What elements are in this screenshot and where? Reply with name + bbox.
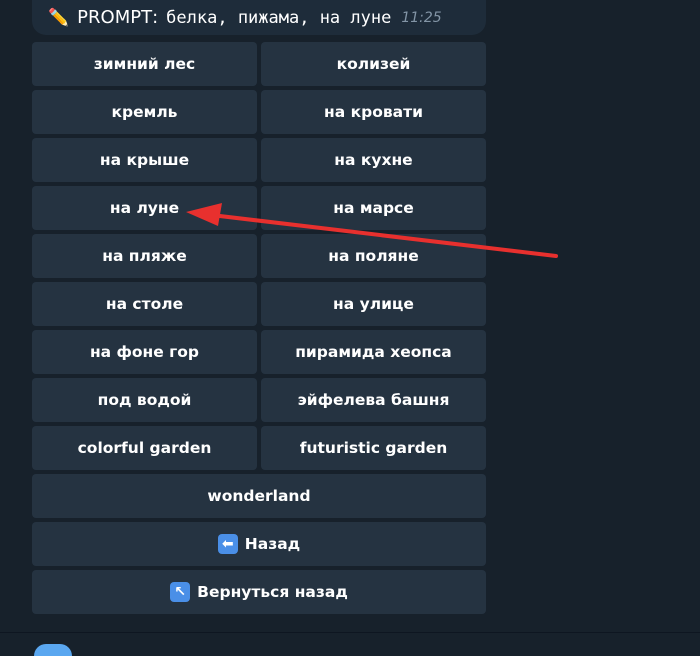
kb-button-on-meadow[interactable]: на поляне bbox=[261, 234, 486, 278]
up-left-arrow-icon: ↖ bbox=[170, 582, 191, 602]
prompt-text: белка, пижама, на луне bbox=[166, 7, 392, 28]
kb-button-on-bed[interactable]: на кровати bbox=[261, 90, 486, 134]
avatar bbox=[34, 644, 72, 656]
kb-button-eiffel-tower[interactable]: эйфелева башня bbox=[261, 378, 486, 422]
inline-keyboard: зимний лес колизей кремль на кровати на … bbox=[32, 42, 486, 614]
kb-button-back[interactable]: ⬅ Назад bbox=[32, 522, 486, 566]
message-time: 11:25 bbox=[401, 9, 442, 26]
kb-button-winter-forest[interactable]: зимний лес bbox=[32, 42, 257, 86]
prompt-label: PROMPT bbox=[77, 7, 153, 28]
bottom-bar bbox=[0, 633, 700, 649]
kb-button-underwater[interactable]: под водой bbox=[32, 378, 257, 422]
return-label: Вернуться назад bbox=[197, 583, 348, 601]
kb-button-cheops-pyramid[interactable]: пирамида хеопса bbox=[261, 330, 486, 374]
kb-button-on-moon[interactable]: на луне bbox=[32, 186, 257, 230]
left-arrow-icon: ⬅ bbox=[217, 534, 238, 554]
kb-button-on-mars[interactable]: на марсе bbox=[261, 186, 486, 230]
kb-button-mountains-bg[interactable]: на фоне гор bbox=[32, 330, 257, 374]
kb-button-colosseum[interactable]: колизей bbox=[261, 42, 486, 86]
back-label: Назад bbox=[244, 535, 301, 553]
kb-button-on-beach[interactable]: на пляже bbox=[32, 234, 257, 278]
kb-button-on-roof[interactable]: на крыше bbox=[32, 138, 257, 182]
prompt-message: ✏️ PROMPT : белка, пижама, на луне 11:25 bbox=[32, 0, 486, 35]
kb-button-kremlin[interactable]: кремль bbox=[32, 90, 257, 134]
prompt-colon: : bbox=[152, 7, 159, 28]
kb-button-return-back[interactable]: ↖ Вернуться назад bbox=[32, 570, 486, 614]
kb-button-futuristic-garden[interactable]: futuristic garden bbox=[261, 426, 486, 470]
kb-button-wonderland[interactable]: wonderland bbox=[32, 474, 486, 518]
kb-button-colorful-garden[interactable]: colorful garden bbox=[32, 426, 257, 470]
kb-button-on-street[interactable]: на улице bbox=[261, 282, 486, 326]
pencil-icon: ✏️ bbox=[48, 7, 70, 28]
kb-button-in-kitchen[interactable]: на кухне bbox=[261, 138, 486, 182]
kb-button-on-table[interactable]: на столе bbox=[32, 282, 257, 326]
